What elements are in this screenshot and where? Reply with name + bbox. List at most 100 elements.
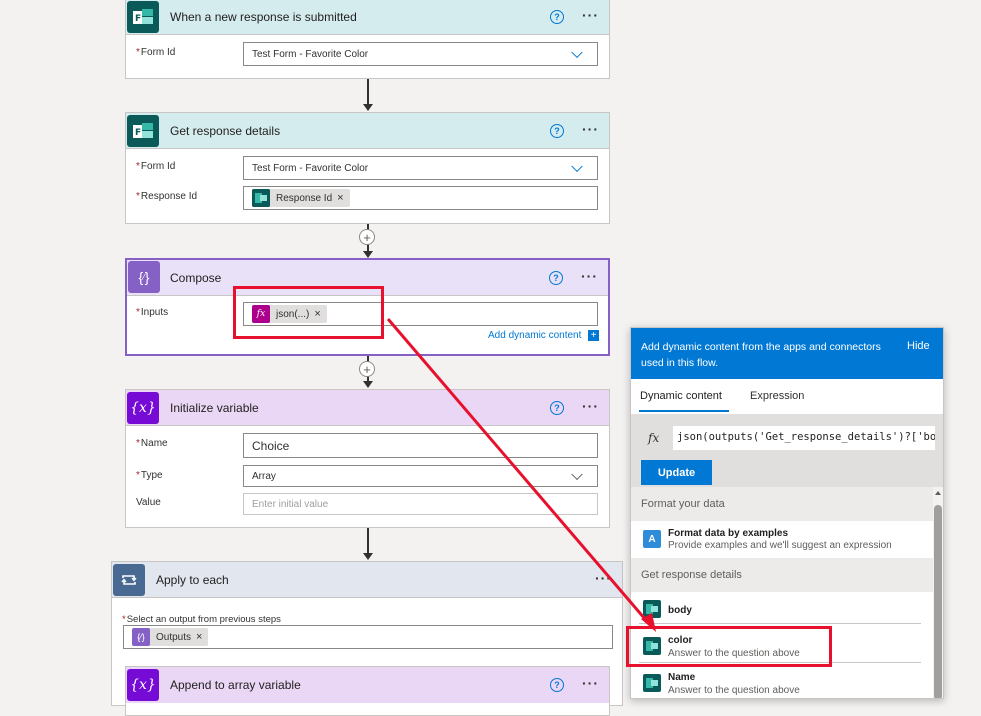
forms-icon [643, 674, 661, 692]
trigger-card-header[interactable]: F When a new response is submitted ? ··· [126, 0, 609, 35]
variable-name-value: Choice [252, 438, 290, 453]
select-output-label: *Select an output from previous steps [122, 614, 281, 625]
select-output-field[interactable]: {⁄} Outputs × [123, 625, 613, 649]
response-id-label: *Response Id [136, 191, 198, 202]
forms-icon [252, 189, 270, 207]
scroll-up-icon[interactable] [935, 491, 941, 495]
variable-icon: {x} [127, 392, 159, 424]
expression-value: json(outputs('Get_response_details')?['b… [677, 431, 935, 443]
tab-dynamic-content[interactable]: Dynamic content [640, 390, 722, 402]
update-label: Update [657, 466, 696, 479]
form-id-value: Test Form - Favorite Color [252, 162, 369, 174]
compose-title: Compose [170, 271, 222, 285]
apply-to-each-card: Apply to each ··· *Select an output from… [111, 561, 623, 716]
apply-each-title: Apply to each [156, 573, 229, 587]
help-icon[interactable]: ? [550, 401, 564, 415]
add-icon: + [588, 330, 600, 341]
inputs-label: *Inputs [136, 307, 169, 318]
form-id-label: *Form Id [136, 47, 176, 58]
arrow-down-icon [363, 381, 373, 388]
chevron-down-icon [571, 160, 583, 173]
help-icon[interactable]: ? [550, 124, 564, 138]
arrow-down-icon [363, 553, 373, 560]
form-id-label: *Form Id [136, 161, 176, 172]
list-item-body[interactable]: body [639, 596, 921, 624]
update-button[interactable]: Update [641, 460, 712, 485]
format-data-icon: A [643, 530, 661, 548]
svg-text:F: F [135, 128, 141, 138]
form-id-dropdown[interactable]: Test Form - Favorite Color [243, 42, 598, 66]
scrollbar-thumb[interactable] [934, 505, 942, 698]
value-label: Value [136, 497, 161, 508]
append-to-array-card: {x} Append to array variable ? ··· [125, 666, 610, 716]
hide-button[interactable]: Hide [907, 340, 930, 352]
init-variable-title: Initialize variable [170, 401, 259, 415]
arrow-down-icon [363, 251, 373, 258]
tab-expression[interactable]: Expression [750, 390, 804, 402]
list-item-format-data[interactable]: A Format data by examples Provide exampl… [631, 521, 931, 557]
response-id-token[interactable]: Response Id × [252, 189, 350, 207]
variable-name-input[interactable]: Choice [243, 433, 598, 458]
form-id-dropdown[interactable]: Test Form - Favorite Color [243, 156, 598, 180]
tab-label: Dynamic content [640, 390, 722, 402]
tab-label: Expression [750, 390, 805, 402]
panel-scrollbar[interactable] [933, 487, 943, 698]
token-label: Response Id [276, 192, 333, 204]
response-id-field[interactable]: Response Id × [243, 186, 598, 210]
token-label: Outputs [156, 631, 192, 643]
insert-step-plus-icon[interactable]: + [359, 361, 375, 377]
section-title: Format your data [641, 498, 725, 510]
connector-line [367, 79, 369, 105]
loop-icon [113, 564, 145, 596]
forms-icon: F [127, 115, 159, 147]
item-name: Name [668, 672, 696, 683]
fx-icon: fx [648, 431, 660, 445]
expression-area: fx json(outputs('Get_response_details')?… [631, 414, 943, 487]
trigger-card: F When a new response is submitted ? ···… [125, 0, 610, 79]
remove-token-icon[interactable]: × [196, 631, 202, 643]
append-header[interactable]: {x} Append to array variable ? ··· [126, 667, 609, 703]
variable-icon: {x} [127, 669, 159, 701]
variable-value-input[interactable]: Enter initial value [243, 493, 598, 515]
init-variable-header[interactable]: {x} Initialize variable ? ··· [126, 390, 609, 426]
chevron-down-icon [571, 46, 583, 59]
panel-header-text: Add dynamic content from the apps and co… [641, 341, 881, 369]
forms-icon [643, 600, 661, 618]
more-options-icon[interactable]: ··· [582, 7, 599, 23]
section-title: Get response details [641, 569, 742, 581]
help-icon[interactable]: ? [549, 271, 563, 285]
more-options-icon[interactable]: ··· [582, 121, 599, 137]
trigger-title: When a new response is submitted [170, 10, 357, 24]
variable-type-dropdown[interactable]: Array [243, 465, 598, 487]
item-desc: Provide examples and we'll suggest an ex… [668, 540, 892, 551]
help-icon[interactable]: ? [550, 10, 564, 24]
name-label: *Name [136, 438, 168, 449]
get-details-header[interactable]: F Get response details ? ··· [126, 113, 609, 149]
item-name: Format data by examples [668, 528, 789, 539]
initialize-variable-card: {x} Initialize variable ? ··· *Name Choi… [125, 389, 610, 528]
more-options-icon[interactable]: ··· [595, 570, 612, 586]
remove-token-icon[interactable]: × [337, 192, 343, 204]
type-label: *Type [136, 470, 163, 481]
value-placeholder: Enter initial value [252, 498, 329, 510]
apply-each-header[interactable]: Apply to each ··· [112, 562, 622, 598]
compose-braces-icon: {⁄} [132, 628, 150, 646]
forms-icon: F [127, 1, 159, 33]
add-dynamic-content-link[interactable]: Add dynamic content + [488, 330, 600, 341]
expression-input[interactable]: json(outputs('Get_response_details')?['b… [673, 426, 935, 450]
append-title: Append to array variable [170, 678, 301, 692]
item-name: body [668, 605, 692, 616]
more-options-icon[interactable]: ··· [582, 398, 599, 414]
more-options-icon[interactable]: ··· [581, 268, 598, 284]
variable-type-value: Array [252, 470, 276, 482]
help-icon[interactable]: ? [550, 678, 564, 692]
compose-braces-icon: {⁄} [128, 261, 160, 293]
more-options-icon[interactable]: ··· [582, 675, 599, 691]
form-id-value: Test Form - Favorite Color [252, 48, 369, 60]
insert-step-plus-icon[interactable]: + [359, 229, 375, 245]
svg-text:F: F [135, 14, 141, 24]
arrow-down-icon [363, 104, 373, 111]
list-item-name[interactable]: Name Answer to the question above [639, 666, 921, 698]
outputs-token[interactable]: {⁄} Outputs × [132, 628, 209, 646]
get-details-title: Get response details [170, 124, 281, 138]
